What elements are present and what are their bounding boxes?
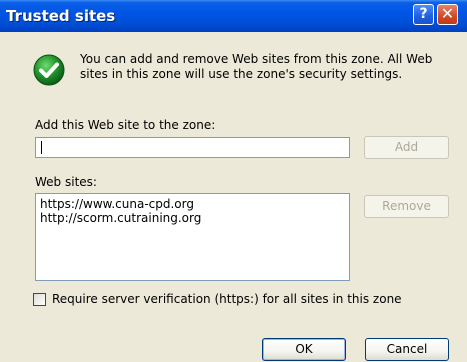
remove-button[interactable]: Remove [364, 195, 449, 218]
green-checkmark-shield-icon [33, 54, 65, 86]
window-title: Trusted sites [6, 7, 116, 25]
list-item[interactable]: https://www.cuna-cpd.org [40, 197, 349, 211]
trusted-sites-dialog: Trusted sites ? ✕ You can add and remove… [0, 0, 467, 362]
add-site-label: Add this Web site to the zone: [35, 118, 216, 132]
require-verification-label[interactable]: Require server verification (https:) for… [52, 292, 402, 306]
add-site-input[interactable] [35, 137, 350, 158]
require-verification-checkbox[interactable] [33, 293, 46, 306]
text-caret [41, 141, 42, 154]
add-button[interactable]: Add [364, 136, 449, 159]
list-item[interactable]: http://scorm.cutraining.org [40, 211, 349, 225]
close-button[interactable]: ✕ [437, 4, 458, 25]
web-sites-label: Web sites: [35, 175, 97, 189]
web-sites-list[interactable]: https://www.cuna-cpd.org http://scorm.cu… [35, 193, 350, 281]
cancel-button[interactable]: Cancel [365, 338, 449, 361]
title-bar[interactable]: Trusted sites ? ✕ [0, 0, 467, 32]
info-message: You can add and remove Web sites from th… [80, 52, 433, 81]
ok-button[interactable]: OK [262, 338, 346, 361]
help-button[interactable]: ? [413, 4, 434, 25]
